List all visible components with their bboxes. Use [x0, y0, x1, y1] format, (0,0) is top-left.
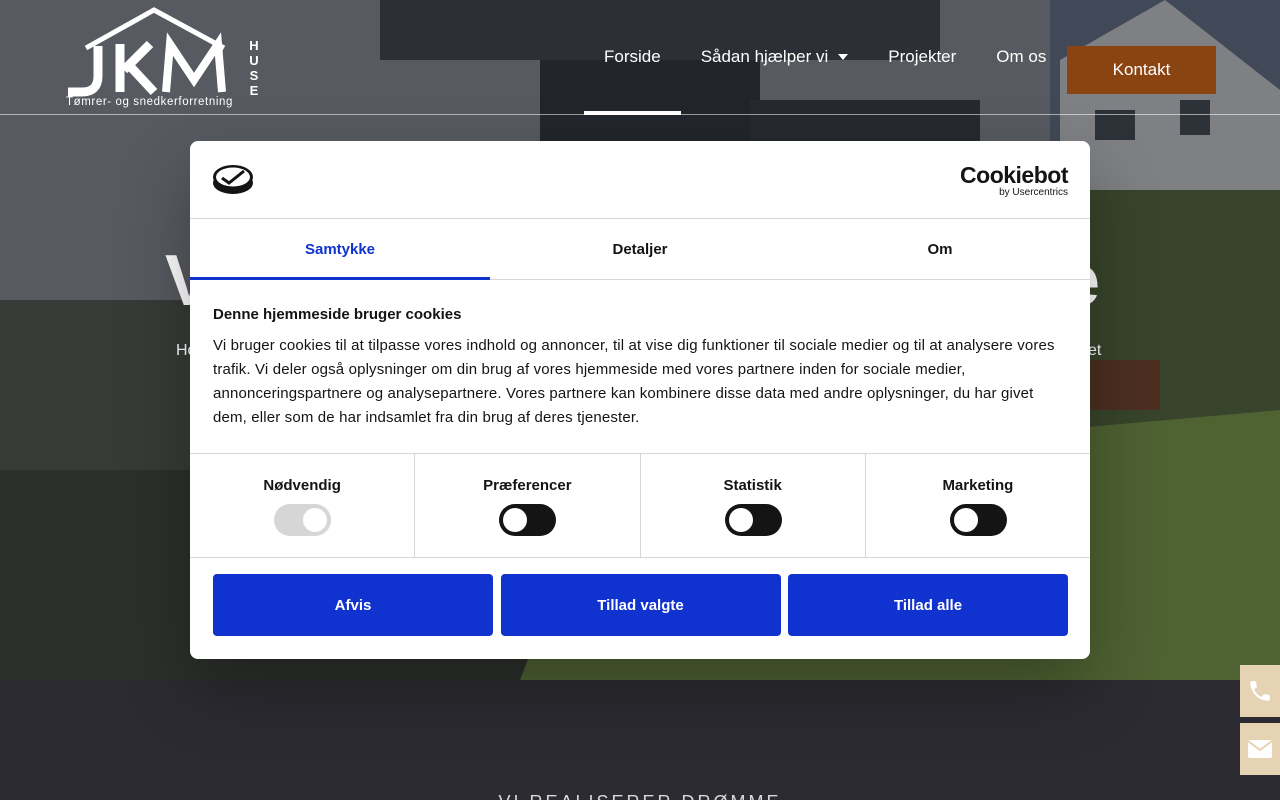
- svg-text:U: U: [249, 53, 258, 68]
- site-header: H U S E Tømrer- og snedkerforretning For…: [0, 0, 1280, 115]
- category-preferences: Præferencer: [415, 454, 641, 557]
- category-marketing: Marketing: [866, 454, 1090, 557]
- deny-button[interactable]: Afvis: [213, 574, 493, 636]
- dialog-description: Vi bruger cookies til at tilpasse vores …: [213, 337, 1055, 426]
- toggle-knob: [953, 508, 978, 532]
- section-teaser: VI REALISERER DRØMME: [0, 792, 1280, 800]
- nav-item-saadan-hjaelper-vi[interactable]: Sådan hjælper vi: [681, 0, 869, 114]
- dialog-actions: Afvis Tillad valgte Tillad alle: [213, 574, 1068, 636]
- allow-selected-button[interactable]: Tillad valgte: [500, 574, 781, 636]
- brand-name: Cookiebot: [960, 162, 1068, 188]
- dialog-title: Denne hjemmeside bruger cookies: [213, 306, 462, 323]
- phone-icon: [1250, 681, 1270, 701]
- category-label: Marketing: [942, 477, 1014, 494]
- contact-button[interactable]: Kontakt: [1067, 46, 1216, 94]
- nav-label: Om os: [996, 47, 1047, 66]
- toggle-knob: [503, 508, 528, 532]
- nav-item-forside[interactable]: Forside: [584, 0, 681, 115]
- email-tab[interactable]: [1240, 723, 1280, 775]
- category-statistics: Statistik: [641, 454, 866, 557]
- brand-sub: by Usercentrics: [999, 187, 1068, 198]
- nav-label: Forside: [604, 47, 661, 66]
- tab-samtykke[interactable]: Samtykke: [190, 219, 490, 280]
- toggle-knob: [728, 508, 753, 532]
- nav-item-projekter[interactable]: Projekter: [868, 0, 976, 114]
- preferences-toggle[interactable]: [499, 504, 557, 536]
- svg-text:S: S: [250, 68, 259, 83]
- toggle-knob: [303, 508, 328, 532]
- cookiebot-logo[interactable]: Cookiebot by Usercentrics: [960, 163, 1068, 199]
- category-label: Nødvendig: [263, 477, 341, 494]
- nav-label: Projekter: [888, 47, 957, 66]
- logo-mark: H U S E: [68, 7, 259, 98]
- hero-subtitle-fragment: et: [1088, 342, 1102, 359]
- cookie-categories: Nødvendig Præferencer Statistik Marketin…: [190, 453, 1090, 558]
- category-label: Præferencer: [483, 477, 572, 494]
- cookie-icon: [213, 165, 253, 194]
- dialog-header: Cookiebot by Usercentrics: [190, 141, 1090, 219]
- envelope-icon: [1247, 740, 1273, 758]
- intro-section: VI REALISERER DRØMME: [0, 680, 1280, 800]
- necessary-toggle: [274, 504, 332, 536]
- phone-tab[interactable]: [1240, 665, 1280, 717]
- tab-detaljer[interactable]: Detaljer: [490, 219, 790, 279]
- allow-all-button[interactable]: Tillad alle: [788, 574, 1068, 636]
- tab-om[interactable]: Om: [790, 219, 1090, 279]
- main-nav: Forside Sådan hjælper vi Projekter Om os: [584, 0, 1066, 115]
- caret-down-icon: [838, 54, 849, 60]
- marketing-toggle[interactable]: [949, 504, 1007, 536]
- svg-text:E: E: [250, 83, 259, 98]
- svg-text:H: H: [249, 38, 258, 53]
- statistics-toggle[interactable]: [724, 504, 782, 536]
- cookie-consent-dialog: Cookiebot by Usercentrics Samtykke Detal…: [190, 141, 1090, 659]
- category-necessary: Nødvendig: [190, 454, 416, 557]
- category-label: Statistik: [723, 477, 782, 494]
- logo-tagline: Tømrer- og snedkerforretning: [66, 96, 233, 108]
- nav-item-om-os[interactable]: Om os: [976, 0, 1066, 114]
- dialog-tabs: Samtykke Detaljer Om: [190, 219, 1090, 280]
- nav-label: Sådan hjælper vi: [700, 47, 829, 66]
- site-logo[interactable]: H U S E Tømrer- og snedkerforretning: [64, 6, 264, 110]
